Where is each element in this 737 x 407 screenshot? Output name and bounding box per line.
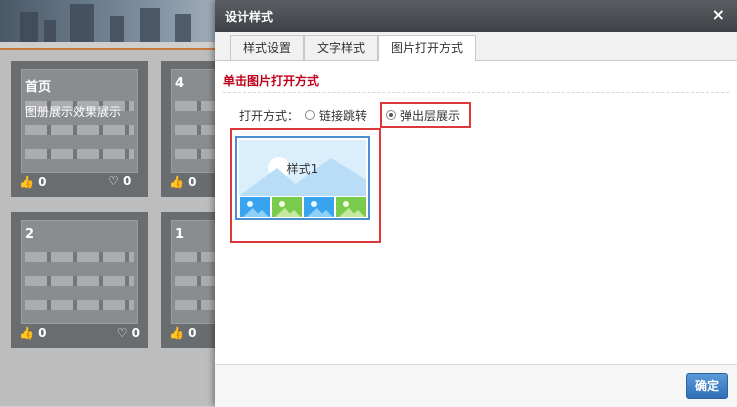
close-icon[interactable]: × [712, 5, 725, 24]
radio-popup-display-label[interactable]: 弹出层展示 [400, 107, 460, 124]
fav-count: ♡ 0 [108, 174, 132, 188]
image-icon [272, 197, 302, 217]
dialog-title: 设计样式 [225, 10, 274, 24]
tile-subtitle: 图册展示效果展示 [25, 105, 122, 119]
thumb-up-icon: 👍 [19, 326, 34, 340]
thumb-up-icon: 👍 [169, 326, 184, 340]
radio-link-jump[interactable] [305, 110, 315, 120]
like-count: 👍 0 [19, 175, 47, 189]
tile-title: 首页 [25, 80, 52, 95]
tile-number: 1 [175, 227, 185, 242]
design-style-dialog: 设计样式 × 样式设置 文字样式 图片打开方式 单击图片打开方式 打开方式： 链… [215, 0, 737, 407]
heart-icon: ♡ [108, 174, 119, 188]
fav-count: ♡ 0 [116, 326, 140, 340]
tab-bar: 样式设置 文字样式 图片打开方式 [215, 32, 737, 61]
tab-image-open-mode[interactable]: 图片打开方式 [378, 35, 476, 61]
tile-number: 4 [175, 76, 185, 91]
preview-caption: 样式1 [286, 162, 319, 176]
preview-thumbnails [239, 196, 366, 218]
dialog-footer: 确定 [215, 364, 737, 407]
gallery-tile[interactable]: 2 👍 0 ♡ 0 [11, 212, 148, 348]
thumb-up-icon: 👍 [169, 175, 184, 189]
like-count: 👍 0 [169, 175, 197, 189]
image-icon [336, 197, 366, 217]
tab-text-style[interactable]: 文字样式 [304, 35, 378, 60]
image-icon [304, 197, 334, 217]
thumb-up-icon: 👍 [19, 175, 34, 189]
radio-popup-display[interactable] [386, 110, 396, 120]
like-count: 👍 0 [169, 326, 197, 340]
tab-style-settings[interactable]: 样式设置 [230, 35, 304, 60]
image-icon: 样式1 [239, 140, 366, 196]
tile-number: 2 [25, 227, 35, 242]
section-divider [223, 92, 729, 93]
dialog-header: 设计样式 × [215, 0, 737, 32]
section-title: 单击图片打开方式 [223, 74, 320, 88]
style-preview[interactable]: 样式1 [235, 136, 370, 220]
heart-icon: ♡ [116, 326, 128, 340]
like-count: 👍 0 [19, 326, 47, 340]
confirm-button[interactable]: 确定 [686, 373, 728, 399]
image-icon [240, 197, 270, 217]
open-mode-label: 打开方式： [239, 109, 300, 123]
radio-link-jump-label[interactable]: 链接跳转 [319, 107, 367, 124]
